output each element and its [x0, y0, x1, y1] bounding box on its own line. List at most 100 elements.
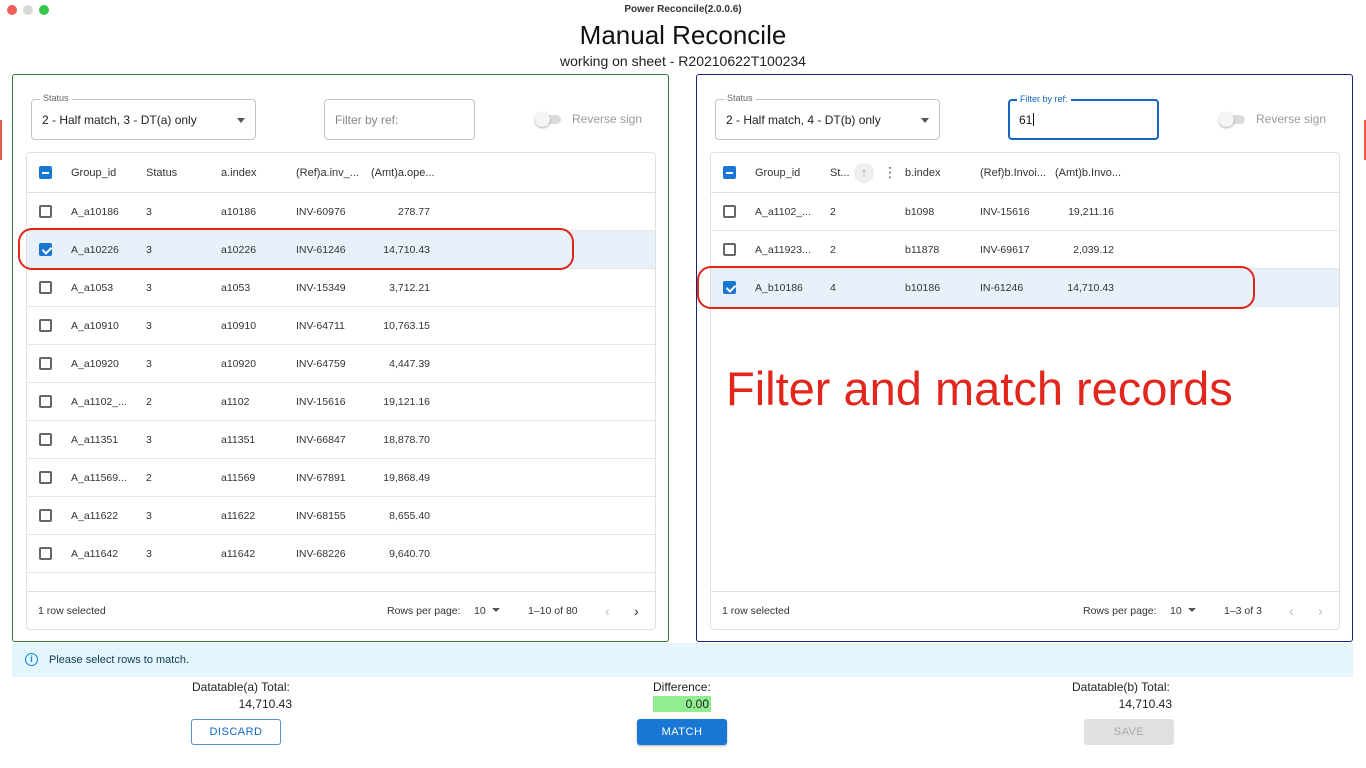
cell-amount: 9,640.70 [389, 548, 430, 560]
row-checkbox[interactable] [723, 205, 736, 218]
reverse-sign-label-a: Reverse sign [572, 112, 643, 126]
cell-group-id: A_a1102_... [71, 396, 127, 408]
cell-status: 3 [146, 320, 152, 332]
table-row[interactable]: A_a1102_... 2 b1098 INV-15616 19,211.16 [711, 193, 1339, 231]
cell-group-id: A_a11923... [755, 244, 811, 256]
column-menu-icon[interactable]: ⋮ [883, 164, 897, 180]
cell-amount: 2,039.12 [1073, 244, 1114, 256]
table-row[interactable]: A_a10186 3 a10186 INV-60976 278.77 [27, 193, 655, 231]
filter-label-b: Filter by ref: [1017, 94, 1071, 104]
row-checkbox[interactable] [39, 433, 52, 446]
total-b-label: Datatable(b) Total: [1072, 680, 1170, 694]
table-row[interactable]: A_a1102_... 2 a1102 INV-15616 19,121.16 [27, 383, 655, 421]
prev-page-icon[interactable]: ‹ [1289, 603, 1294, 619]
cell-group-id: A_a11622 [71, 510, 119, 522]
filter-input-a[interactable]: Filter by ref: [324, 99, 475, 140]
cell-status: 3 [146, 282, 152, 294]
cell-amount: 3,712.21 [389, 282, 430, 294]
table-row[interactable]: A_a10920 3 a10920 INV-64759 4,447.39 [27, 345, 655, 383]
highlight-selected-row-b [697, 266, 1255, 309]
column-header-ref[interactable]: (Ref)b.Invoi... [980, 167, 1046, 179]
cell-index: a11622 [221, 510, 256, 522]
datatable-a-panel: Status 2 - Half match, 3 - DT(a) only Fi… [12, 74, 669, 642]
column-header-ref[interactable]: (Ref)a.inv_... [296, 167, 359, 179]
annotation-text: Filter and match records [726, 362, 1233, 415]
sort-arrow-up-icon[interactable]: ↑ [854, 163, 874, 183]
save-button[interactable]: SAVE [1084, 719, 1174, 745]
sheet-subtitle: working on sheet - R20210622T100234 [560, 53, 806, 69]
cell-index: a10186 [221, 206, 257, 218]
column-header-status[interactable]: St... [830, 167, 850, 179]
cell-ref: INV-15349 [296, 282, 346, 294]
table-row[interactable]: A_a1053 3 a1053 INV-15349 3,712.21 [27, 269, 655, 307]
page-range-a: 1–10 of 80 [528, 605, 578, 617]
status-value-a: 2 - Half match, 3 - DT(a) only [42, 113, 197, 127]
info-alert: i Please select rows to match. [12, 643, 1353, 677]
rows-per-page-select-a[interactable]: 10 [474, 605, 500, 617]
filter-input-b[interactable]: Filter by ref: 61 [1008, 94, 1159, 140]
cell-index: a1102 [221, 396, 250, 408]
row-checkbox[interactable] [39, 319, 52, 332]
next-page-icon[interactable]: › [634, 603, 639, 619]
column-header-group-id[interactable]: Group_id [755, 167, 800, 179]
row-checkbox[interactable] [39, 471, 52, 484]
table-row[interactable]: A_a11622 3 a11622 INV-68155 8,655.40 [27, 497, 655, 535]
cell-index: a10920 [221, 358, 257, 370]
row-checkbox[interactable] [39, 509, 52, 522]
cell-amount: 8,655.40 [389, 510, 430, 522]
rows-per-page-value-b: 10 [1170, 605, 1182, 617]
next-page-icon[interactable]: › [1318, 603, 1323, 619]
total-a-label: Datatable(a) Total: [192, 680, 290, 694]
table-row[interactable]: A_a11923... 2 b11878 INV-69617 2,039.12 [711, 231, 1339, 269]
dropdown-arrow-icon [921, 118, 929, 123]
toggle-thumb [535, 112, 550, 127]
cell-status: 2 [146, 472, 152, 484]
table-row[interactable]: A_a11569... 2 a11569 INV-67891 19,868.49 [27, 459, 655, 497]
cell-amount: 19,868.49 [383, 472, 430, 484]
reverse-sign-toggle-b[interactable] [1219, 112, 1247, 127]
cell-amount: 19,121.16 [383, 396, 430, 408]
cell-group-id: A_a11642 [71, 548, 119, 560]
page-title: Manual Reconcile [579, 20, 787, 50]
column-header-status[interactable]: Status [146, 167, 177, 179]
cell-amount: 278.77 [397, 206, 430, 218]
table-row[interactable]: A_a11351 3 a11351 INV-66847 18,878.70 [27, 421, 655, 459]
cell-group-id: A_a1053 [71, 282, 114, 294]
prev-page-icon[interactable]: ‹ [605, 603, 610, 619]
column-header-amt[interactable]: (Amt)b.Invo... [1055, 167, 1121, 179]
column-header-index[interactable]: a.index [221, 167, 256, 179]
row-checkbox[interactable] [723, 243, 736, 256]
cell-status: 3 [146, 434, 152, 446]
cell-ref: INV-15616 [980, 206, 1030, 218]
cell-group-id: A_a11569... [71, 472, 127, 484]
rows-per-page-select-b[interactable]: 10 [1170, 605, 1196, 617]
status-select-b[interactable]: Status 2 - Half match, 4 - DT(b) only [715, 93, 940, 140]
dropdown-arrow-icon [491, 608, 500, 612]
match-button[interactable]: MATCH [637, 719, 727, 745]
status-select-a[interactable]: Status 2 - Half match, 3 - DT(a) only [31, 93, 256, 140]
text-cursor [1033, 113, 1035, 126]
row-checkbox[interactable] [39, 357, 52, 370]
table-row[interactable]: A_a11642 3 a11642 INV-68226 9,640.70 [27, 535, 655, 573]
column-header-index[interactable]: b.index [905, 167, 940, 179]
datatable-b-panel: Status 2 - Half match, 4 - DT(b) only Fi… [696, 74, 1353, 642]
cell-group-id: A_a10910 [71, 320, 119, 332]
selected-count-b: 1 row selected [722, 605, 790, 617]
selected-count-a: 1 row selected [38, 605, 106, 617]
cell-status: 3 [146, 358, 152, 370]
info-icon: i [25, 653, 38, 666]
select-all-checkbox-b[interactable] [723, 166, 736, 179]
column-header-amt[interactable]: (Amt)a.ope... [371, 167, 435, 179]
row-checkbox[interactable] [39, 281, 52, 294]
row-checkbox[interactable] [39, 547, 52, 560]
table-row[interactable]: A_a10910 3 a10910 INV-64711 10,763.15 [27, 307, 655, 345]
select-all-checkbox-a[interactable] [39, 166, 52, 179]
discard-button[interactable]: DISCARD [191, 719, 281, 745]
dropdown-arrow-icon [237, 118, 245, 123]
reverse-sign-label-b: Reverse sign [1256, 112, 1327, 126]
reverse-sign-toggle-a[interactable] [535, 112, 563, 127]
grid-footer: 1 row selected Rows per page: 10 1–10 of… [27, 591, 655, 629]
row-checkbox[interactable] [39, 205, 52, 218]
row-checkbox[interactable] [39, 395, 52, 408]
column-header-group-id[interactable]: Group_id [71, 167, 116, 179]
